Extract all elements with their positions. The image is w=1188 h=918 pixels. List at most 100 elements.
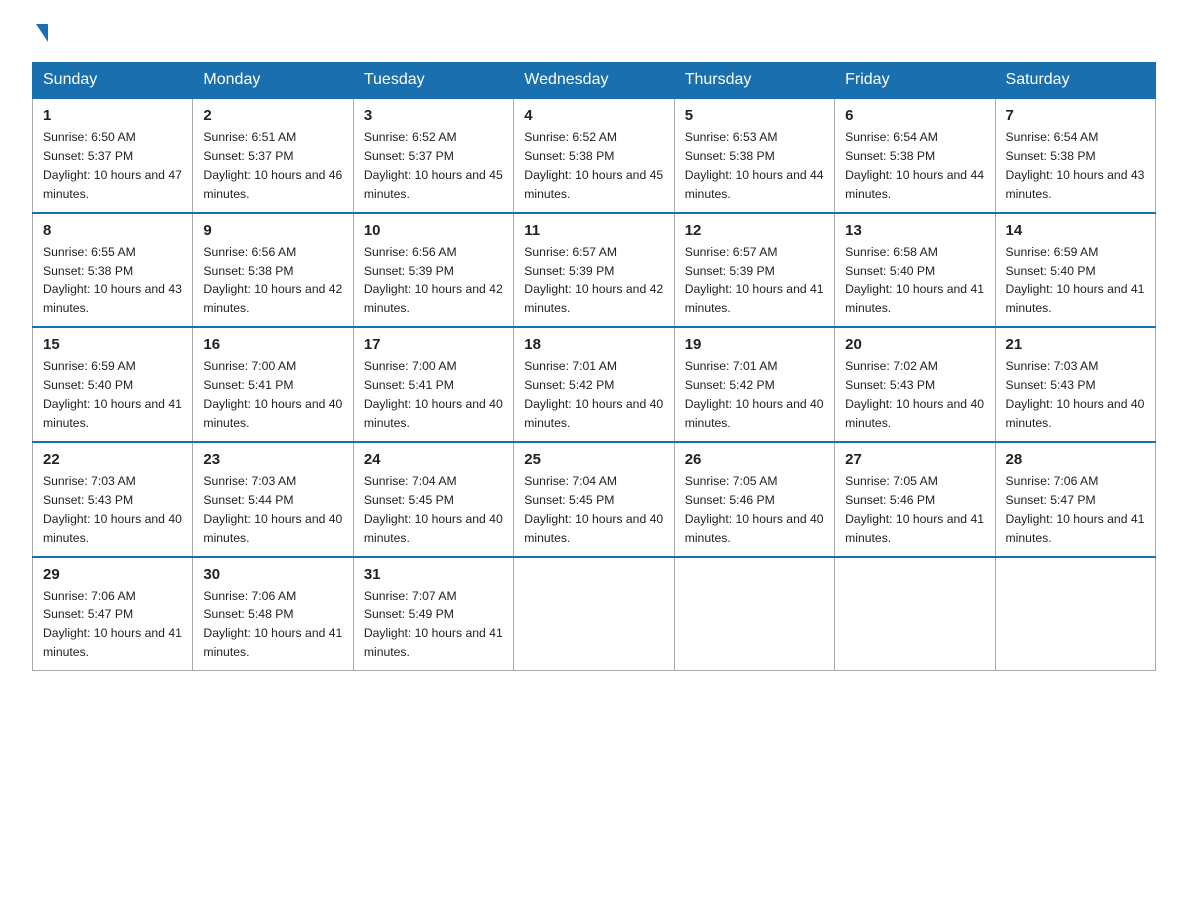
day-number: 2	[203, 107, 342, 124]
day-number: 10	[364, 222, 503, 239]
day-number: 16	[203, 336, 342, 353]
calendar-day-cell: 20 Sunrise: 7:02 AMSunset: 5:43 PMDayligh…	[835, 327, 995, 442]
logo	[32, 24, 48, 44]
day-sun-info: Sunrise: 6:57 AMSunset: 5:39 PMDaylight:…	[685, 243, 824, 319]
day-number: 29	[43, 566, 182, 583]
calendar-day-cell: 10 Sunrise: 6:56 AMSunset: 5:39 PMDayligh…	[353, 213, 513, 328]
calendar-day-cell: 14 Sunrise: 6:59 AMSunset: 5:40 PMDayligh…	[995, 213, 1155, 328]
calendar-day-cell: 22 Sunrise: 7:03 AMSunset: 5:43 PMDayligh…	[33, 442, 193, 557]
calendar-week-row: 29 Sunrise: 7:06 AMSunset: 5:47 PMDayligh…	[33, 557, 1156, 671]
calendar-week-row: 1 Sunrise: 6:50 AMSunset: 5:37 PMDaylight…	[33, 98, 1156, 213]
calendar-day-cell: 17 Sunrise: 7:00 AMSunset: 5:41 PMDayligh…	[353, 327, 513, 442]
day-sun-info: Sunrise: 7:06 AMSunset: 5:47 PMDaylight:…	[43, 587, 182, 663]
calendar-week-row: 8 Sunrise: 6:55 AMSunset: 5:38 PMDaylight…	[33, 213, 1156, 328]
day-number: 14	[1006, 222, 1145, 239]
day-sun-info: Sunrise: 6:58 AMSunset: 5:40 PMDaylight:…	[845, 243, 984, 319]
calendar-day-cell: 29 Sunrise: 7:06 AMSunset: 5:47 PMDayligh…	[33, 557, 193, 671]
day-sun-info: Sunrise: 6:53 AMSunset: 5:38 PMDaylight:…	[685, 128, 824, 204]
day-number: 15	[43, 336, 182, 353]
calendar-day-cell: 15 Sunrise: 6:59 AMSunset: 5:40 PMDayligh…	[33, 327, 193, 442]
calendar-day-cell: 21 Sunrise: 7:03 AMSunset: 5:43 PMDayligh…	[995, 327, 1155, 442]
day-number: 12	[685, 222, 824, 239]
calendar-day-cell: 7 Sunrise: 6:54 AMSunset: 5:38 PMDaylight…	[995, 98, 1155, 213]
day-number: 31	[364, 566, 503, 583]
day-sun-info: Sunrise: 6:54 AMSunset: 5:38 PMDaylight:…	[1006, 128, 1145, 204]
calendar-table: SundayMondayTuesdayWednesdayThursdayFrid…	[32, 62, 1156, 671]
day-sun-info: Sunrise: 7:00 AMSunset: 5:41 PMDaylight:…	[203, 357, 342, 433]
day-number: 19	[685, 336, 824, 353]
day-number: 22	[43, 451, 182, 468]
day-sun-info: Sunrise: 6:56 AMSunset: 5:38 PMDaylight:…	[203, 243, 342, 319]
day-sun-info: Sunrise: 7:07 AMSunset: 5:49 PMDaylight:…	[364, 587, 503, 663]
day-sun-info: Sunrise: 7:03 AMSunset: 5:44 PMDaylight:…	[203, 472, 342, 548]
calendar-week-row: 22 Sunrise: 7:03 AMSunset: 5:43 PMDayligh…	[33, 442, 1156, 557]
day-sun-info: Sunrise: 6:56 AMSunset: 5:39 PMDaylight:…	[364, 243, 503, 319]
calendar-day-header: Sunday	[33, 63, 193, 99]
calendar-day-cell: 6 Sunrise: 6:54 AMSunset: 5:38 PMDaylight…	[835, 98, 995, 213]
day-sun-info: Sunrise: 7:06 AMSunset: 5:47 PMDaylight:…	[1006, 472, 1145, 548]
calendar-day-cell: 2 Sunrise: 6:51 AMSunset: 5:37 PMDaylight…	[193, 98, 353, 213]
calendar-week-row: 15 Sunrise: 6:59 AMSunset: 5:40 PMDayligh…	[33, 327, 1156, 442]
day-sun-info: Sunrise: 7:00 AMSunset: 5:41 PMDaylight:…	[364, 357, 503, 433]
day-sun-info: Sunrise: 7:03 AMSunset: 5:43 PMDaylight:…	[1006, 357, 1145, 433]
day-number: 28	[1006, 451, 1145, 468]
day-number: 26	[685, 451, 824, 468]
calendar-day-cell: 19Sunrise: 7:01 AMSunset: 5:42 PMDayligh…	[674, 327, 834, 442]
day-sun-info: Sunrise: 7:03 AMSunset: 5:43 PMDaylight:…	[43, 472, 182, 548]
day-number: 9	[203, 222, 342, 239]
day-number: 27	[845, 451, 984, 468]
day-sun-info: Sunrise: 6:59 AMSunset: 5:40 PMDaylight:…	[43, 357, 182, 433]
calendar-day-header: Monday	[193, 63, 353, 99]
day-sun-info: Sunrise: 7:06 AMSunset: 5:48 PMDaylight:…	[203, 587, 342, 663]
day-number: 13	[845, 222, 984, 239]
day-number: 24	[364, 451, 503, 468]
day-sun-info: Sunrise: 6:59 AMSunset: 5:40 PMDaylight:…	[1006, 243, 1145, 319]
calendar-day-cell: 3 Sunrise: 6:52 AMSunset: 5:37 PMDaylight…	[353, 98, 513, 213]
day-sun-info: Sunrise: 6:50 AMSunset: 5:37 PMDaylight:…	[43, 128, 182, 204]
page-header	[32, 24, 1156, 44]
calendar-day-cell	[674, 557, 834, 671]
day-sun-info: Sunrise: 6:54 AMSunset: 5:38 PMDaylight:…	[845, 128, 984, 204]
day-sun-info: Sunrise: 6:55 AMSunset: 5:38 PMDaylight:…	[43, 243, 182, 319]
day-number: 25	[524, 451, 663, 468]
day-number: 1	[43, 107, 182, 124]
day-sun-info: Sunrise: 7:04 AMSunset: 5:45 PMDaylight:…	[524, 472, 663, 548]
calendar-day-cell: 4 Sunrise: 6:52 AMSunset: 5:38 PMDaylight…	[514, 98, 674, 213]
calendar-day-cell: 28 Sunrise: 7:06 AMSunset: 5:47 PMDayligh…	[995, 442, 1155, 557]
day-sun-info: Sunrise: 6:52 AMSunset: 5:38 PMDaylight:…	[524, 128, 663, 204]
calendar-day-cell	[995, 557, 1155, 671]
day-sun-info: Sunrise: 7:05 AMSunset: 5:46 PMDaylight:…	[845, 472, 984, 548]
day-sun-info: Sunrise: 7:02 AMSunset: 5:43 PMDaylight:…	[845, 357, 984, 433]
calendar-day-header: Thursday	[674, 63, 834, 99]
day-number: 5	[685, 107, 824, 124]
day-sun-info: Sunrise: 7:04 AMSunset: 5:45 PMDaylight:…	[364, 472, 503, 548]
calendar-day-cell: 1 Sunrise: 6:50 AMSunset: 5:37 PMDaylight…	[33, 98, 193, 213]
calendar-day-cell: 31 Sunrise: 7:07 AMSunset: 5:49 PMDayligh…	[353, 557, 513, 671]
calendar-day-cell: 24 Sunrise: 7:04 AMSunset: 5:45 PMDayligh…	[353, 442, 513, 557]
day-number: 4	[524, 107, 663, 124]
day-sun-info: Sunrise: 6:52 AMSunset: 5:37 PMDaylight:…	[364, 128, 503, 204]
calendar-day-cell: 23 Sunrise: 7:03 AMSunset: 5:44 PMDayligh…	[193, 442, 353, 557]
calendar-header-row: SundayMondayTuesdayWednesdayThursdayFrid…	[33, 63, 1156, 99]
day-number: 7	[1006, 107, 1145, 124]
day-number: 23	[203, 451, 342, 468]
day-number: 8	[43, 222, 182, 239]
day-sun-info: Sunrise: 6:51 AMSunset: 5:37 PMDaylight:…	[203, 128, 342, 204]
day-number: 21	[1006, 336, 1145, 353]
calendar-day-header: Tuesday	[353, 63, 513, 99]
day-number: 17	[364, 336, 503, 353]
day-number: 6	[845, 107, 984, 124]
day-number: 20	[845, 336, 984, 353]
calendar-day-cell: 12 Sunrise: 6:57 AMSunset: 5:39 PMDayligh…	[674, 213, 834, 328]
calendar-day-header: Friday	[835, 63, 995, 99]
calendar-day-cell: 8 Sunrise: 6:55 AMSunset: 5:38 PMDaylight…	[33, 213, 193, 328]
calendar-day-cell: 30Sunrise: 7:06 AMSunset: 5:48 PMDayligh…	[193, 557, 353, 671]
day-number: 18	[524, 336, 663, 353]
calendar-day-cell: 25 Sunrise: 7:04 AMSunset: 5:45 PMDayligh…	[514, 442, 674, 557]
calendar-day-cell: 13 Sunrise: 6:58 AMSunset: 5:40 PMDayligh…	[835, 213, 995, 328]
calendar-day-cell: 16 Sunrise: 7:00 AMSunset: 5:41 PMDayligh…	[193, 327, 353, 442]
day-sun-info: Sunrise: 7:05 AMSunset: 5:46 PMDaylight:…	[685, 472, 824, 548]
calendar-day-cell: 11Sunrise: 6:57 AMSunset: 5:39 PMDayligh…	[514, 213, 674, 328]
calendar-day-cell: 9 Sunrise: 6:56 AMSunset: 5:38 PMDaylight…	[193, 213, 353, 328]
day-number: 3	[364, 107, 503, 124]
